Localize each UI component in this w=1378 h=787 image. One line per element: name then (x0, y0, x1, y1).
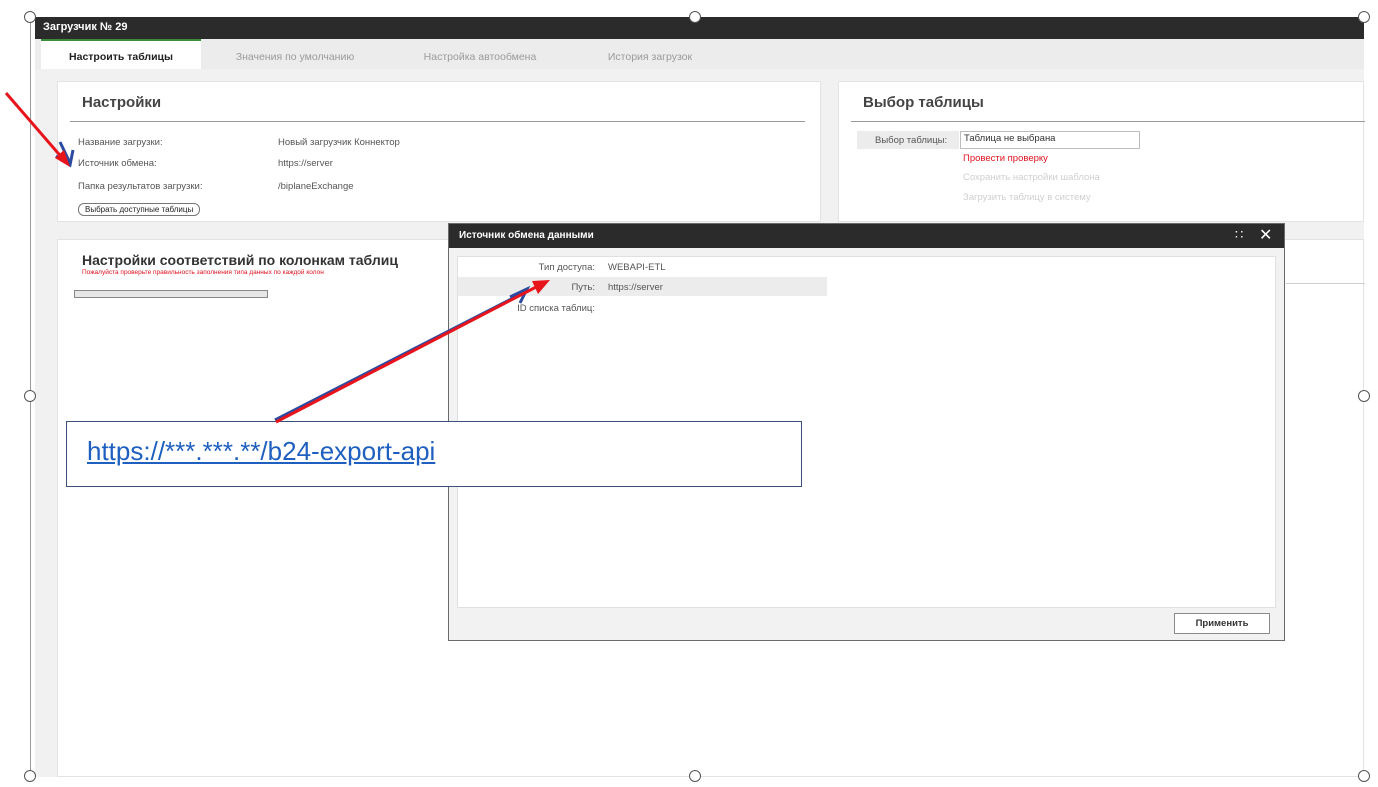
resize-handle[interactable] (24, 770, 36, 782)
resize-handle[interactable] (1358, 11, 1370, 23)
resize-handle[interactable] (1358, 770, 1370, 782)
resize-handle[interactable] (1358, 390, 1370, 402)
resize-handle[interactable] (24, 390, 36, 402)
resize-handle[interactable] (689, 11, 701, 23)
red-arrow-top (4, 92, 66, 161)
resize-handle[interactable] (689, 770, 701, 782)
resize-handle[interactable] (24, 11, 36, 23)
annotation-layer (4, 92, 550, 424)
red-arrow-main (275, 283, 541, 424)
